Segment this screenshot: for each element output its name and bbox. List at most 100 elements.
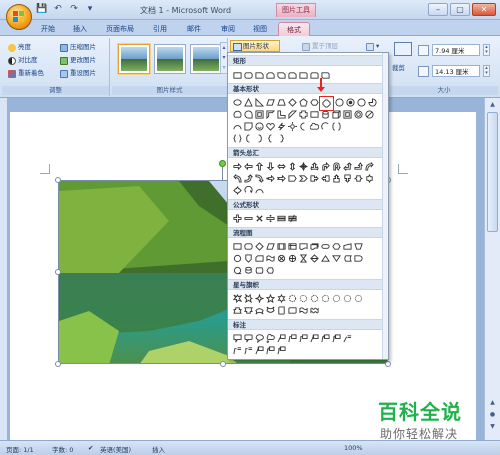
flowchart-sort-shape[interactable] xyxy=(309,253,319,263)
curved-right-arrow-shape[interactable] xyxy=(364,161,374,171)
rect-callout-shape[interactable] xyxy=(232,333,242,343)
office-button[interactable] xyxy=(6,4,32,30)
star-6-shape[interactable] xyxy=(276,293,286,303)
round-same-rectangle-shape[interactable] xyxy=(309,70,319,80)
left-right-arrow-shape[interactable] xyxy=(276,161,286,171)
parallelogram-shape[interactable] xyxy=(265,97,275,107)
chevron-shape[interactable] xyxy=(298,173,308,183)
change-picture-button[interactable]: 更改图片 xyxy=(60,55,96,66)
left-right-arrow-callout-shape[interactable] xyxy=(353,173,363,183)
line-callout-2-shape[interactable] xyxy=(287,333,297,343)
vertical-scroll-shape[interactable] xyxy=(276,305,286,315)
flowchart-offpage-connector-shape[interactable] xyxy=(243,253,253,263)
heart-shape[interactable] xyxy=(265,121,275,131)
line-callout-3-no-border-shape[interactable] xyxy=(243,345,253,355)
smiley-face-shape[interactable] xyxy=(254,121,264,131)
striped-right-arrow-shape[interactable] xyxy=(265,173,275,183)
flowchart-extract-shape[interactable] xyxy=(320,253,330,263)
recolor-button[interactable]: 重新着色 xyxy=(8,68,44,79)
double-wave-shape[interactable] xyxy=(309,305,319,315)
snip-diagonal-rectangle-shape[interactable] xyxy=(276,70,286,80)
left-brace-shape[interactable] xyxy=(265,133,275,143)
star-24-shape[interactable] xyxy=(342,293,352,303)
maximize-button[interactable]: ▢ xyxy=(450,3,470,16)
line-callout-1-border-accent-shape[interactable] xyxy=(254,345,264,355)
line-callout-3-border-accent-shape[interactable] xyxy=(276,345,286,355)
plaque-shape[interactable] xyxy=(309,109,319,119)
compress-pictures-button[interactable]: 压缩图片 xyxy=(60,42,96,53)
u-turn-arrow-shape[interactable] xyxy=(331,161,341,171)
pentagon-shape[interactable] xyxy=(298,97,308,107)
contrast-button[interactable]: 对比度 xyxy=(8,55,38,66)
rounded-rect-callout-shape[interactable] xyxy=(243,333,253,343)
tab-home[interactable]: 开始 xyxy=(36,22,60,36)
flowchart-decision-shape[interactable] xyxy=(254,241,264,251)
flowchart-predefined-process-shape[interactable] xyxy=(276,241,286,251)
flowchart-alternate-process-shape[interactable] xyxy=(243,241,253,251)
height-spinner[interactable]: ▴ ▾ xyxy=(483,44,490,56)
height-field[interactable] xyxy=(432,44,480,56)
width-spinner[interactable]: ▴ ▾ xyxy=(483,65,490,77)
donut-shape[interactable] xyxy=(353,109,363,119)
resize-handle[interactable] xyxy=(55,269,61,275)
flowchart-manual-operation-shape[interactable] xyxy=(353,241,363,251)
decagon-shape[interactable] xyxy=(334,97,344,107)
tab-page-layout[interactable]: 页面布局 xyxy=(102,22,138,36)
tab-format[interactable]: 格式 xyxy=(278,22,310,36)
flowchart-data-shape[interactable] xyxy=(265,241,275,251)
flowchart-document-shape[interactable] xyxy=(298,241,308,251)
explosion-2-shape[interactable] xyxy=(243,293,253,303)
star-16-shape[interactable] xyxy=(331,293,341,303)
right-arrow-shape[interactable] xyxy=(232,161,242,171)
star-5-shape[interactable] xyxy=(265,293,275,303)
line-callout-1-no-border-shape[interactable] xyxy=(342,333,352,343)
cube-shape[interactable] xyxy=(331,109,341,119)
line-callout-3-shape[interactable] xyxy=(298,333,308,343)
picture-shape-button[interactable]: 图片形状 xyxy=(230,40,280,52)
flowchart-manual-input-shape[interactable] xyxy=(342,241,352,251)
shape-panel-scrollbar[interactable] xyxy=(382,53,388,359)
picture-style-thumb[interactable] xyxy=(118,44,150,74)
chord-shape[interactable] xyxy=(232,109,242,119)
align-button[interactable]: ▾ xyxy=(366,41,379,52)
tab-mailings[interactable]: 邮件 xyxy=(182,22,206,36)
dodecagon-shape[interactable] xyxy=(356,97,366,107)
status-insert-mode[interactable]: 插入 xyxy=(152,444,165,454)
star-32-shape[interactable] xyxy=(353,293,363,303)
can-shape[interactable] xyxy=(320,109,330,119)
rounded-rectangle-shape[interactable] xyxy=(243,70,253,80)
curved-up-arrow-shape[interactable] xyxy=(243,173,253,183)
status-page[interactable]: 页面: 1/1 xyxy=(6,444,34,454)
left-bracket-shape[interactable] xyxy=(243,133,253,143)
flowchart-terminator-shape[interactable] xyxy=(320,241,330,251)
bring-to-front-button[interactable]: 置于顶层 xyxy=(302,41,338,52)
not-equal-shape[interactable] xyxy=(287,213,297,223)
horizontal-scroll-shape[interactable] xyxy=(287,305,297,315)
line-callout-3-accent-shape[interactable] xyxy=(331,333,341,343)
quad-arrow-shape[interactable] xyxy=(298,161,308,171)
left-right-up-arrow-shape[interactable] xyxy=(309,161,319,171)
curved-up-ribbon-shape[interactable] xyxy=(254,305,264,315)
picture-style-thumb[interactable] xyxy=(190,44,222,74)
scroll-up-icon[interactable]: ▲ xyxy=(487,100,498,110)
resize-handle[interactable] xyxy=(385,361,391,367)
plus-shape[interactable] xyxy=(232,213,242,223)
line-callout-1-shape[interactable] xyxy=(276,333,286,343)
flowchart-internal-storage-shape[interactable] xyxy=(287,241,297,251)
up-down-arrow-shape[interactable] xyxy=(287,161,297,171)
status-word-count[interactable]: 字数: 0 xyxy=(52,444,73,454)
no-symbol-shape[interactable] xyxy=(364,109,374,119)
block-arc-shape[interactable] xyxy=(232,121,242,131)
minimize-button[interactable]: – xyxy=(428,3,448,16)
right-arrow-callout-shape[interactable] xyxy=(309,173,319,183)
star-8-shape[interactable] xyxy=(298,293,308,303)
undo-icon[interactable]: ↶ xyxy=(52,4,64,15)
round-single-rectangle-shape[interactable] xyxy=(298,70,308,80)
explosion-1-shape[interactable] xyxy=(232,293,242,303)
circular-arrow-shape[interactable] xyxy=(243,185,253,195)
folded-corner-shape[interactable] xyxy=(243,121,253,131)
down-right-arc-shape[interactable] xyxy=(254,185,264,195)
quad-arrow-callout-shape[interactable] xyxy=(232,185,242,195)
double-bracket-shape[interactable] xyxy=(331,121,341,131)
spellcheck-icon[interactable]: ✔ xyxy=(88,444,93,452)
